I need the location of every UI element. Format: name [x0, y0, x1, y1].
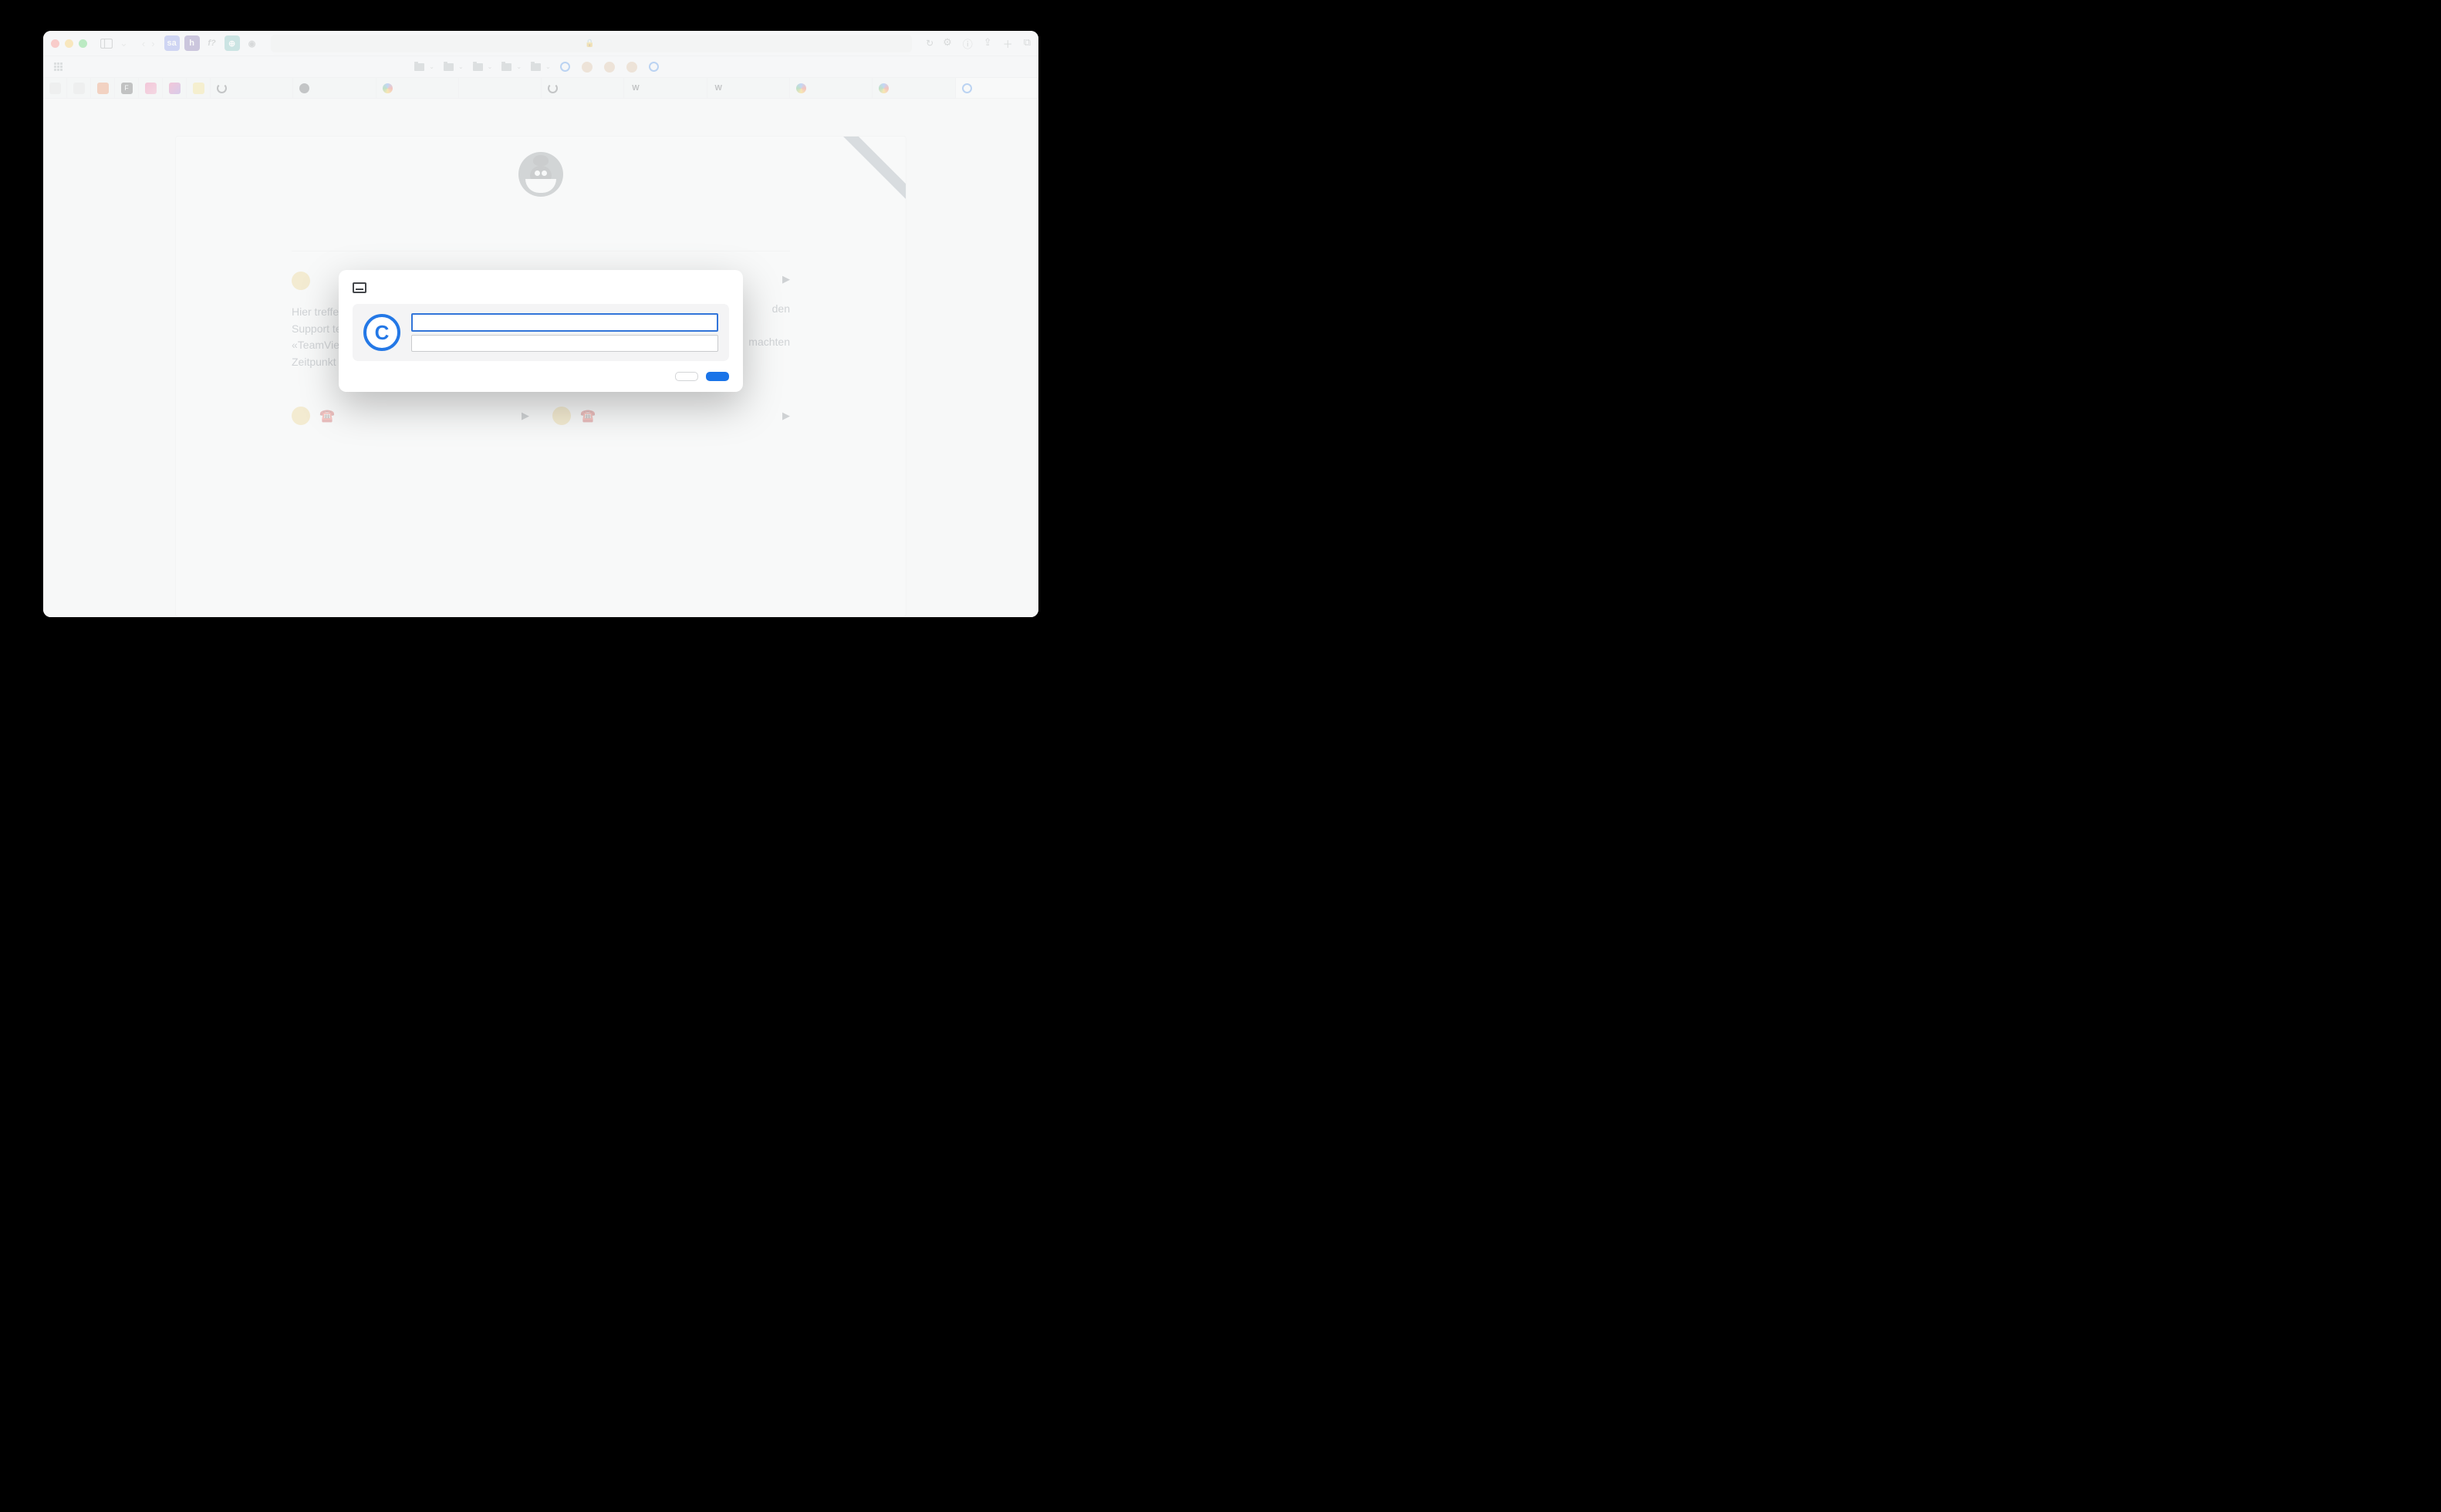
dock-icon: [353, 282, 366, 293]
cancel-button[interactable]: [675, 372, 698, 381]
add-button[interactable]: [706, 372, 729, 381]
webapp-name-input[interactable]: [411, 313, 718, 332]
webapp-url-input[interactable]: [411, 335, 718, 352]
add-to-dock-dialog: C: [339, 270, 743, 392]
browser-window: ⌄ ‹ › sa h f? ⊕ ◉ 🔒 ↻ ⚙ ⓘ ⇪ ＋ ⧉ ⌄ ⌄ ⌄ ⌄: [43, 31, 1038, 617]
site-favicon: C: [363, 314, 400, 351]
